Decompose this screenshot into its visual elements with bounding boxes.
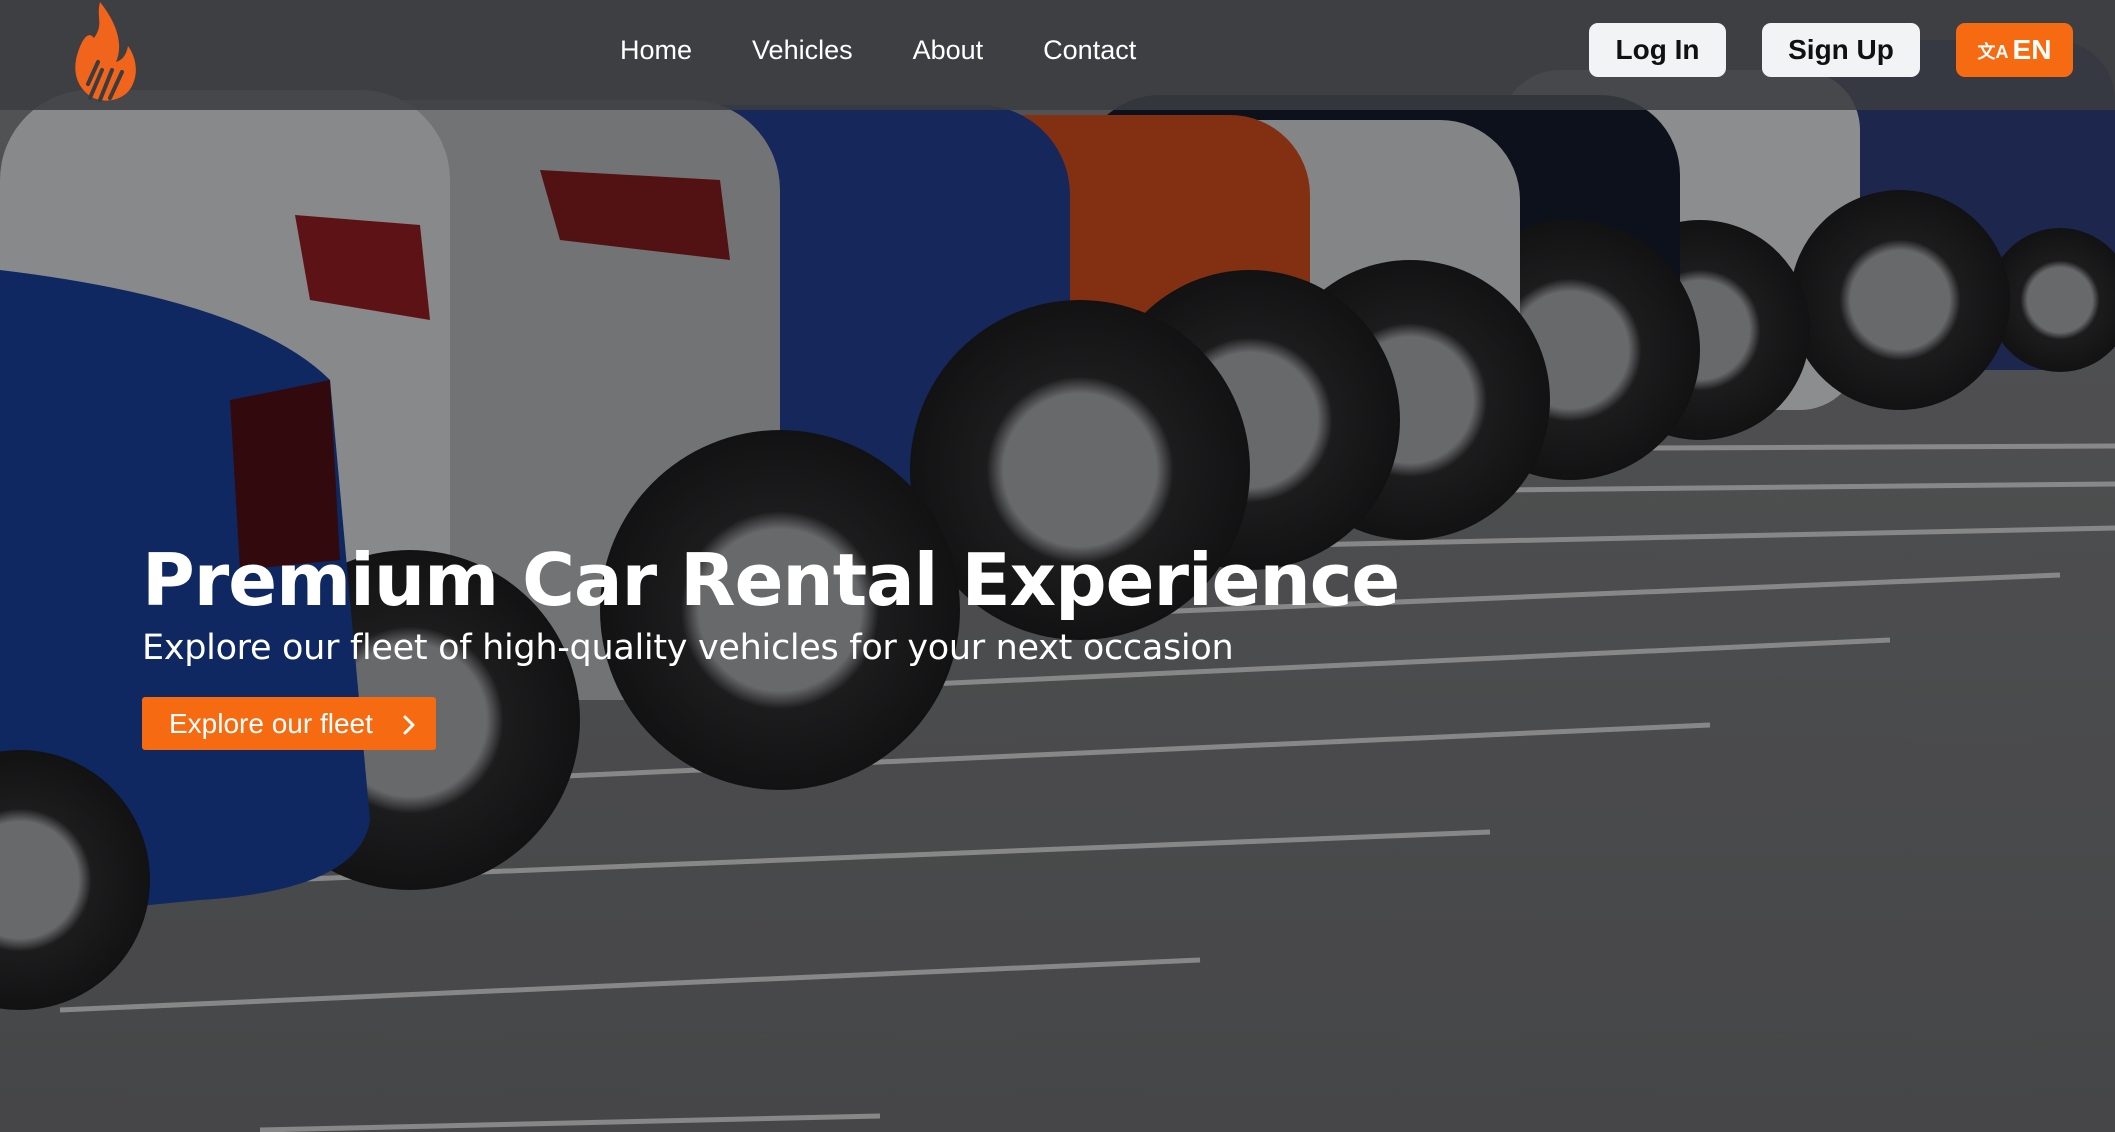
language-button[interactable]: 文A EN [1956,23,2073,77]
nav-vehicles-link[interactable]: Vehicles [752,28,853,72]
translate-icon: 文A [1977,42,2009,62]
nav-home-link[interactable]: Home [620,28,692,72]
signup-button[interactable]: Sign Up [1762,23,1920,77]
login-button[interactable]: Log In [1589,23,1726,77]
main-nav: Home Vehicles About Contact [620,28,1196,72]
flame-icon[interactable] [68,0,138,104]
nav-about-link[interactable]: About [913,28,984,72]
nav-contact-link[interactable]: Contact [1043,28,1136,72]
top-navigation-bar: Home Vehicles About Contact Log In Sign … [0,0,2115,110]
explore-fleet-button[interactable]: Explore our fleet [142,697,436,750]
explore-fleet-label: Explore our fleet [169,707,373,739]
hero-subtitle: Explore our fleet of high-quality vehicl… [142,628,1234,668]
chevron-right-icon [397,712,421,736]
hero-title: Premium Car Rental Experience [142,538,1400,622]
language-label: EN [2012,34,2052,65]
